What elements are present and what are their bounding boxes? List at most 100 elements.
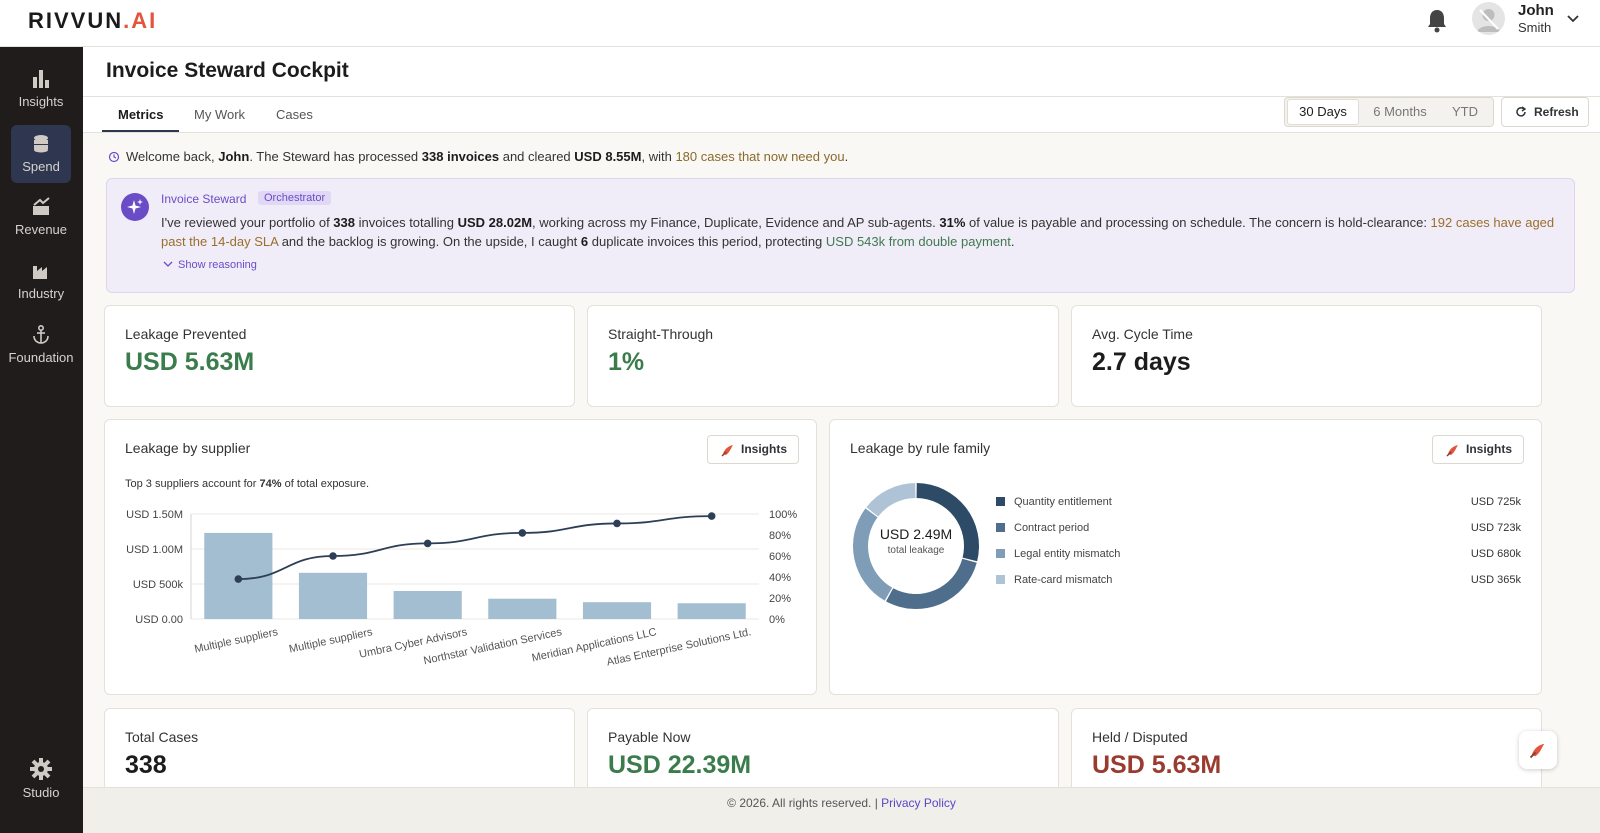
tab-cases[interactable]: Cases — [276, 107, 313, 122]
bar — [298, 572, 368, 619]
revenue-icon — [33, 197, 50, 215]
tab-my-work[interactable]: My Work — [194, 107, 245, 122]
sidebar-item-label: Spend — [22, 159, 60, 174]
summary-text: , working across my Finance, Duplicate, … — [532, 215, 940, 230]
legend-value: USD 680k — [1470, 548, 1521, 560]
card-title: Leakage by supplier — [125, 440, 251, 456]
show-reasoning-toggle[interactable]: Show reasoning — [163, 259, 257, 271]
bell-icon[interactable] — [1426, 8, 1448, 34]
welcome-user: John — [218, 149, 250, 164]
bar — [393, 591, 462, 619]
cumulative-point — [234, 575, 243, 583]
sidebar-item-label: Revenue — [14, 222, 68, 237]
tab-metrics[interactable]: Metrics — [118, 107, 164, 122]
top-bar: RIVVUN.AI John Smith — [0, 0, 1600, 47]
sidebar-item-label: Studio — [22, 785, 60, 800]
sidebar-item-revenue[interactable]: Revenue — [11, 188, 71, 246]
footer-text: © 2026. All rights reserved. | — [727, 796, 882, 810]
welcome-text: and cleared — [499, 149, 575, 164]
legend-swatch — [996, 575, 1005, 584]
insights-button[interactable]: Insights — [707, 435, 799, 464]
sidebar-item-foundation[interactable]: Foundation — [4, 316, 78, 374]
summary-text: of value is payable and processing on sc… — [965, 215, 1431, 230]
welcome-cases[interactable]: 180 cases that now need you — [675, 149, 844, 164]
brand-logo[interactable]: RIVVUN.AI — [28, 8, 157, 34]
donut-slice — [866, 483, 916, 517]
kpi-card-cycle-time: Avg. Cycle Time 2.7 days — [1071, 305, 1542, 407]
note-value: 74% — [259, 478, 282, 490]
bar — [488, 598, 557, 619]
sidebar-item-industry[interactable]: Industry — [11, 252, 71, 310]
cumulative-line — [238, 515, 712, 580]
kpi-value: 2.7 days — [1092, 348, 1191, 376]
show-reasoning-label: Show reasoning — [178, 259, 257, 271]
summary-text: invoices totalling — [355, 215, 458, 230]
range-30-days[interactable]: 30 Days — [1287, 99, 1359, 125]
cumulative-point — [329, 552, 337, 560]
summary-value: USD 28.02M — [457, 215, 533, 230]
range-6-months[interactable]: 6 Months — [1365, 98, 1435, 126]
kpi-value: 1% — [608, 348, 645, 376]
kpi-value: 338 — [125, 751, 167, 779]
legend-label: Rate-card mismatch — [1014, 574, 1113, 586]
y-tick-label: USD 0.00 — [135, 614, 183, 626]
kpi-label: Leakage Prevented — [125, 326, 247, 342]
refresh-label: Refresh — [1534, 105, 1579, 119]
kpi-label: Held / Disputed — [1092, 729, 1188, 745]
sidebar-item-label: Industry — [17, 286, 65, 301]
insights-icon — [721, 445, 733, 457]
avatar[interactable] — [1472, 2, 1505, 35]
kpi-label: Straight-Through — [608, 326, 714, 342]
summary-text: I've reviewed your portfolio of — [161, 215, 334, 230]
history-icon — [108, 151, 120, 163]
steward-summary: Invoice Steward Orchestrator I've review… — [106, 178, 1575, 293]
welcome-text: Welcome back, — [126, 149, 219, 164]
legend-value: USD 723k — [1470, 522, 1521, 534]
footer: © 2026. All rights reserved. | Privacy P… — [83, 787, 1600, 833]
y2-tick-label: 20% — [769, 593, 791, 605]
main-content: Invoice Steward Cockpit Metrics My Work … — [83, 47, 1600, 833]
legend-swatch — [996, 549, 1005, 558]
chevron-down-icon[interactable] — [1566, 12, 1580, 26]
range-ytd[interactable]: YTD — [1441, 98, 1489, 126]
factory-icon — [33, 266, 47, 279]
steward-name: Invoice Steward — [161, 192, 247, 206]
steward-summary-text: I've reviewed your portfolio of 338 invo… — [161, 213, 1561, 251]
kpi-value: USD 5.63M — [125, 348, 255, 376]
privacy-policy-link[interactable]: Privacy Policy — [881, 796, 956, 810]
card-title: Leakage by rule family — [850, 440, 991, 456]
user-first-name[interactable]: John — [1518, 2, 1554, 19]
welcome-text: . — [844, 149, 849, 164]
cumulative-point — [707, 512, 716, 520]
chevron-down-icon — [163, 261, 173, 267]
summary-text: . — [1010, 234, 1015, 249]
legend-swatch — [996, 497, 1005, 506]
gear-icon — [30, 758, 52, 780]
welcome-text: . The Steward has processed — [249, 149, 422, 164]
y-tick-label: USD 1.00M — [126, 544, 183, 556]
bar-chart-icon — [33, 70, 49, 88]
legend-item: Quantity entitlement USD 725k — [996, 496, 1521, 508]
kpi-label: Avg. Cycle Time — [1092, 326, 1193, 342]
kpi-card-straight-through: Straight-Through 1% — [587, 305, 1059, 407]
refresh-button[interactable]: Refresh — [1501, 97, 1589, 127]
donut-center-label: total leakage — [887, 545, 945, 556]
sidebar-item-insights[interactable]: Insights — [11, 60, 71, 118]
legend-item: Legal entity mismatch USD 680k — [996, 548, 1521, 560]
sidebar-item-spend[interactable]: Spend — [11, 125, 71, 183]
welcome-text: , with — [641, 149, 676, 164]
donut-center-value: USD 2.49M — [879, 526, 953, 542]
y2-tick-label: 40% — [769, 572, 791, 584]
sidebar-item-studio[interactable]: Studio — [11, 749, 71, 807]
summary-value: 338 — [333, 215, 355, 230]
sidebar-item-label: Insights — [18, 94, 64, 109]
insights-button[interactable]: Insights — [1432, 435, 1524, 464]
legend-label: Contract period — [1014, 522, 1090, 534]
refresh-icon — [1516, 106, 1527, 117]
assistant-fab-button[interactable] — [1519, 731, 1557, 769]
brand-suffix: .AI — [123, 8, 158, 33]
cumulative-point — [423, 539, 432, 548]
summary-text: and the backlog is growing. On the upsid… — [278, 234, 581, 249]
x-tick-label: Multiple suppliers — [193, 626, 279, 656]
user-last-name[interactable]: Smith — [1518, 20, 1551, 35]
